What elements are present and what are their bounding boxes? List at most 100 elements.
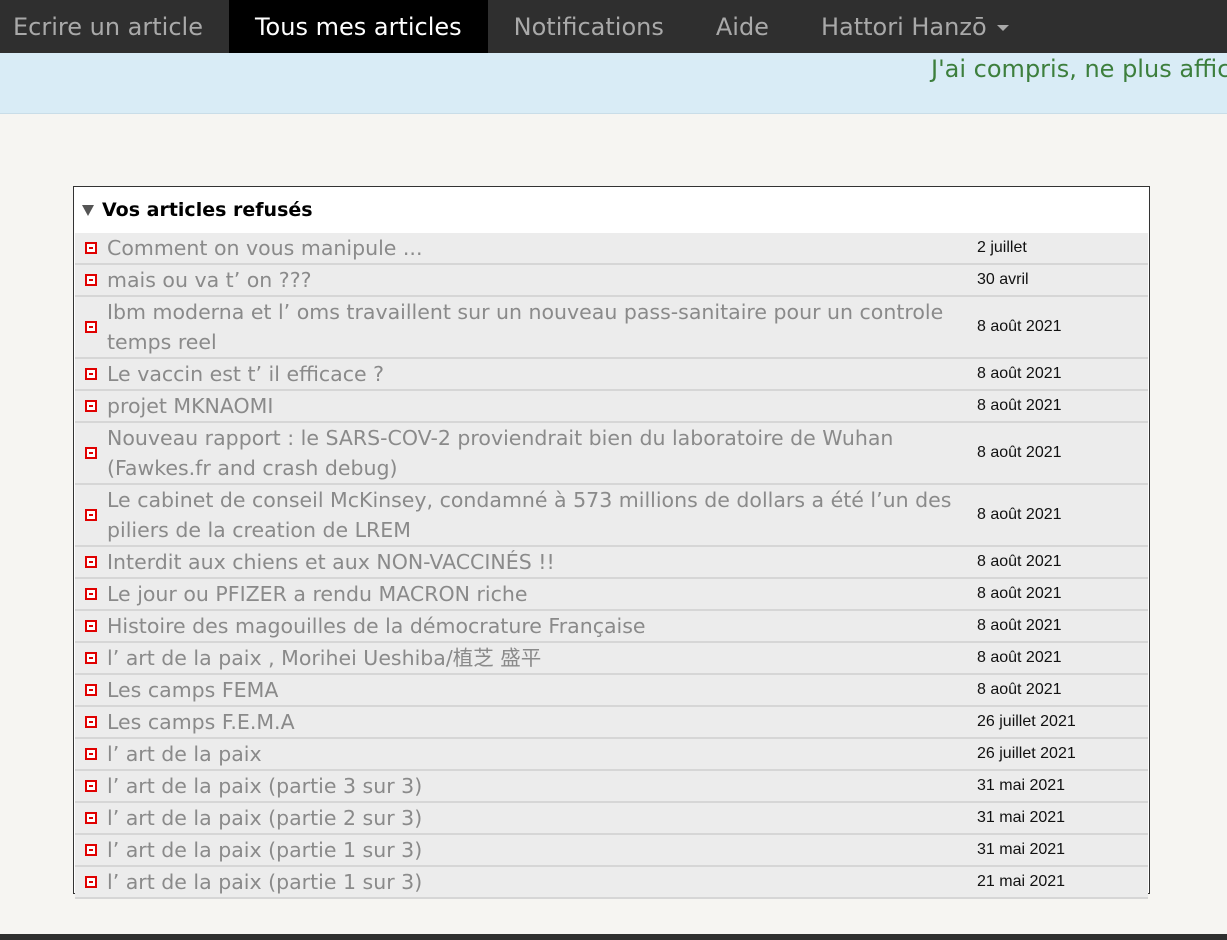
rejected-status-icon bbox=[75, 780, 107, 792]
article-date: 8 août 2021 bbox=[977, 506, 1062, 523]
minus-box-icon bbox=[85, 812, 97, 824]
nav-all-articles[interactable]: Tous mes articles bbox=[228, 0, 488, 53]
article-row: projet MKNAOMI 8 août 2021 bbox=[75, 391, 1148, 423]
article-date: 31 mai 2021 bbox=[977, 777, 1066, 794]
minus-box-icon bbox=[85, 556, 97, 568]
nav-notifications-label: Notifications bbox=[513, 12, 664, 41]
article-title-link[interactable]: l’ art de la paix (partie 1 sur 3) bbox=[107, 867, 975, 897]
article-title-link[interactable]: l’ art de la paix (partie 2 sur 3) bbox=[107, 803, 975, 833]
top-navigation: Ecrire un article Tous mes articles Noti… bbox=[0, 0, 1227, 53]
article-title-link[interactable]: l’ art de la paix (partie 3 sur 3) bbox=[107, 771, 975, 801]
nav-notifications[interactable]: Notifications bbox=[488, 0, 690, 53]
article-title-link[interactable]: l’ art de la paix (partie 1 sur 3) bbox=[107, 835, 975, 865]
article-date: 8 août 2021 bbox=[977, 585, 1062, 602]
minus-box-icon bbox=[85, 509, 97, 521]
minus-box-icon bbox=[85, 716, 97, 728]
minus-box-icon bbox=[85, 684, 97, 696]
article-row: l’ art de la paix (partie 1 sur 3) 31 mai… bbox=[75, 835, 1148, 867]
article-title-link[interactable]: Les camps FEMA bbox=[107, 675, 975, 705]
nav-help[interactable]: Aide bbox=[690, 0, 795, 53]
minus-box-icon bbox=[85, 780, 97, 792]
article-date: 2 juillet bbox=[977, 239, 1027, 256]
rejected-articles-heading: Vos articles refusés bbox=[102, 199, 313, 221]
article-date: 30 avril bbox=[977, 271, 1029, 288]
nav-write-article-label: Ecrire un article bbox=[13, 12, 203, 41]
article-row: Interdit aux chiens et aux NON-VACCINÉS … bbox=[75, 547, 1148, 579]
article-date: 8 août 2021 bbox=[977, 649, 1062, 666]
article-row: mais ou va t’ on ??? 30 avril bbox=[75, 265, 1148, 297]
article-title-link[interactable]: l’ art de la paix bbox=[107, 739, 975, 769]
nav-all-articles-label: Tous mes articles bbox=[254, 12, 462, 41]
rejected-status-icon bbox=[75, 588, 107, 600]
article-date: 8 août 2021 bbox=[977, 681, 1062, 698]
minus-box-icon bbox=[85, 242, 97, 254]
rejected-status-icon bbox=[75, 876, 107, 888]
rejected-status-icon bbox=[75, 748, 107, 760]
article-date: 31 mai 2021 bbox=[977, 809, 1066, 826]
nav-user-name: Hattori Hanzō bbox=[820, 12, 987, 41]
rejected-status-icon bbox=[75, 242, 107, 254]
nav-write-article[interactable]: Ecrire un article bbox=[0, 0, 229, 53]
minus-box-icon bbox=[85, 876, 97, 888]
rejected-status-icon bbox=[75, 447, 107, 459]
article-title-link[interactable]: l’ art de la paix , Morihei Ueshiba/植芝 盛… bbox=[107, 643, 975, 673]
banner-dismiss-link[interactable]: J'ai compris, ne plus affic bbox=[931, 55, 1227, 83]
article-title-link[interactable]: Interdit aux chiens et aux NON-VACCINÉS … bbox=[107, 547, 975, 577]
rejected-status-icon bbox=[75, 620, 107, 632]
article-row: Les camps FEMA 8 août 2021 bbox=[75, 675, 1148, 707]
rejected-status-icon bbox=[75, 684, 107, 696]
rejected-status-icon bbox=[75, 274, 107, 286]
rejected-status-icon bbox=[75, 400, 107, 412]
article-row: Le cabinet de conseil McKinsey, condamné… bbox=[75, 485, 1148, 547]
article-row: l’ art de la paix (partie 3 sur 3) 31 mai… bbox=[75, 771, 1148, 803]
collapse-triangle-icon bbox=[82, 204, 94, 216]
article-date: 26 juillet 2021 bbox=[977, 745, 1076, 762]
article-row: Ibm moderna et l’ oms travaillent sur un… bbox=[75, 297, 1148, 359]
article-date: 26 juillet 2021 bbox=[977, 713, 1076, 730]
nav-help-label: Aide bbox=[715, 12, 769, 41]
article-title-link[interactable]: Le cabinet de conseil McKinsey, condamné… bbox=[107, 485, 975, 545]
minus-box-icon bbox=[85, 844, 97, 856]
caret-down-icon bbox=[996, 25, 1009, 31]
article-date: 21 mai 2021 bbox=[977, 873, 1066, 890]
article-date: 31 mai 2021 bbox=[977, 841, 1066, 858]
rejected-status-icon bbox=[75, 652, 107, 664]
article-date: 8 août 2021 bbox=[977, 617, 1062, 634]
minus-box-icon bbox=[85, 321, 97, 333]
article-title-link[interactable]: projet MKNAOMI bbox=[107, 391, 975, 421]
article-title-link[interactable]: Comment on vous manipule ... bbox=[107, 233, 975, 263]
minus-box-icon bbox=[85, 368, 97, 380]
rejected-articles-toggle[interactable]: Vos articles refusés bbox=[74, 187, 1149, 233]
article-row: Le jour ou PFIZER a rendu MACRON riche 8 … bbox=[75, 579, 1148, 611]
article-title-link[interactable]: Les camps F.E.M.A bbox=[107, 707, 975, 737]
article-row: l’ art de la paix (partie 2 sur 3) 31 mai… bbox=[75, 803, 1148, 835]
article-title-link[interactable]: Ibm moderna et l’ oms travaillent sur un… bbox=[107, 297, 975, 357]
article-date: 8 août 2021 bbox=[977, 365, 1062, 382]
minus-box-icon bbox=[85, 400, 97, 412]
info-banner: J'ai compris, ne plus affic bbox=[0, 53, 1227, 114]
rejected-status-icon bbox=[75, 556, 107, 568]
rejected-articles-panel: Vos articles refusés Comment on vous man… bbox=[73, 186, 1150, 899]
article-row: Nouveau rapport : le SARS-COV-2 proviend… bbox=[75, 423, 1148, 485]
rejected-status-icon bbox=[75, 321, 107, 333]
article-title-link[interactable]: Nouveau rapport : le SARS-COV-2 proviend… bbox=[107, 423, 975, 483]
minus-box-icon bbox=[85, 652, 97, 664]
rejected-status-icon bbox=[75, 716, 107, 728]
article-title-link[interactable]: mais ou va t’ on ??? bbox=[107, 265, 975, 295]
article-date: 8 août 2021 bbox=[977, 318, 1062, 335]
article-title-link[interactable]: Histoire des magouilles de la démocratur… bbox=[107, 611, 975, 641]
article-row: l’ art de la paix (partie 1 sur 3) 21 mai… bbox=[75, 867, 1148, 899]
article-title-link[interactable]: Le jour ou PFIZER a rendu MACRON riche bbox=[107, 579, 975, 609]
article-row: Comment on vous manipule ... 2 juillet bbox=[75, 233, 1148, 265]
article-row: l’ art de la paix , Morihei Ueshiba/植芝 盛… bbox=[75, 643, 1148, 675]
article-row: Le vaccin est t’ il efficace ? 8 août 202… bbox=[75, 359, 1148, 391]
article-title-link[interactable]: Le vaccin est t’ il efficace ? bbox=[107, 359, 975, 389]
minus-box-icon bbox=[85, 748, 97, 760]
rejected-status-icon bbox=[75, 812, 107, 824]
minus-box-icon bbox=[85, 274, 97, 286]
article-row: Les camps F.E.M.A 26 juillet 2021 bbox=[75, 707, 1148, 739]
rejected-articles-list: Comment on vous manipule ... 2 juillet mai… bbox=[75, 233, 1148, 899]
nav-user-menu[interactable]: Hattori Hanzō bbox=[795, 0, 1035, 53]
footer-bar bbox=[0, 934, 1227, 940]
minus-box-icon bbox=[85, 588, 97, 600]
